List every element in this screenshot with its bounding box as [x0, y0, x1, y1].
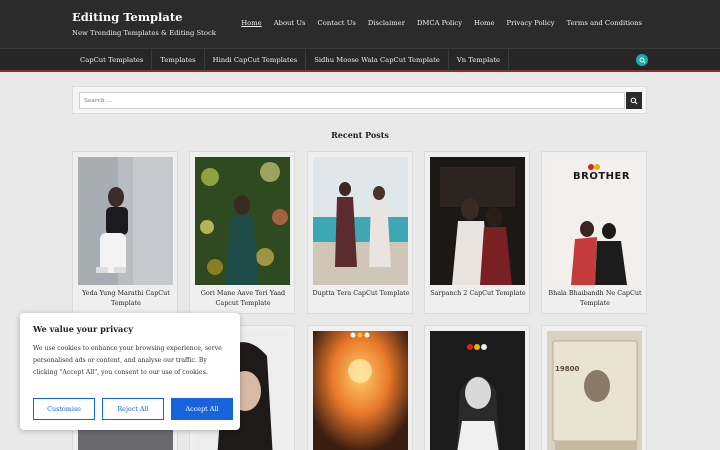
post-title[interactable]: Duptta Tera CapCut Template [311, 288, 411, 298]
post-title[interactable]: Bhala Bhaibandh Ne CapCut Template [545, 288, 645, 308]
primary-nav: Home About Us Contact Us Disclaimer DMCA… [241, 19, 642, 27]
secnav-hindi-capcut[interactable]: Hindi CapCut Templates [205, 49, 307, 71]
post-thumbnail[interactable] [195, 157, 290, 285]
search-icon [630, 97, 638, 104]
site-header: Editing Template New Trending Templates … [0, 0, 720, 48]
thumbnail-overlay-text: BROTHER [573, 171, 631, 182]
customise-button[interactable]: Customise [33, 398, 95, 420]
post-thumbnail[interactable] [430, 331, 525, 450]
post-card[interactable]: Duptta Tera CapCut Template [307, 151, 413, 314]
nav-home-2[interactable]: Home [474, 19, 495, 27]
site-description: New Trending Templates & Editing Stock [72, 29, 216, 37]
secondary-nav: CapCut Templates Templates Hindi CapCut … [72, 49, 510, 71]
nav-about-us[interactable]: About Us [274, 19, 306, 27]
post-card[interactable]: BROTHER Bhala Bhaibandh Ne CapCut Templa… [541, 151, 647, 314]
search-submit-button[interactable] [626, 92, 642, 109]
post-card[interactable]: Gori Mane Aave Teri Yaad Capcut Template [189, 151, 295, 314]
cookie-consent-banner: We value your privacy We use cookies to … [20, 313, 240, 430]
post-card[interactable] [424, 325, 530, 450]
accept-all-button[interactable]: Accept All [171, 398, 233, 420]
post-title[interactable]: Yeda Yung Marathi CapCut Template [76, 288, 176, 308]
secondary-nav-bar: CapCut Templates Templates Hindi CapCut … [0, 48, 720, 72]
post-thumbnail[interactable] [313, 157, 408, 285]
post-thumbnail[interactable]: BROTHER [547, 157, 642, 285]
post-thumbnail[interactable] [430, 157, 525, 285]
search-icon [639, 57, 645, 63]
post-title[interactable]: Gori Mane Aave Teri Yaad Capcut Template [193, 288, 293, 308]
post-card[interactable]: 19800 [541, 325, 647, 450]
search-toggle-button[interactable] [636, 54, 648, 66]
nav-home[interactable]: Home [241, 19, 262, 27]
nav-contact-us[interactable]: Contact Us [318, 19, 356, 27]
secnav-templates[interactable]: Templates [152, 49, 205, 71]
post-card[interactable] [307, 325, 413, 450]
site-title[interactable]: Editing Template [72, 10, 182, 24]
post-card[interactable]: Sarpanch 2 CapCut Template [424, 151, 530, 314]
post-thumbnail[interactable] [313, 331, 408, 450]
secnav-capcut-templates[interactable]: CapCut Templates [72, 49, 153, 71]
thumbnail-overlay-text: 19800 [555, 365, 580, 373]
cookie-title: We value your privacy [33, 324, 134, 334]
secnav-sidhu-moose-wala[interactable]: Sidhu Moose Wala CapCut Template [306, 49, 449, 71]
post-thumbnail[interactable]: 19800 [547, 331, 642, 450]
nav-privacy-policy[interactable]: Privacy Policy [507, 19, 555, 27]
reject-all-button[interactable]: Reject All [102, 398, 164, 420]
secnav-vn-template[interactable]: Vn Template [449, 49, 510, 71]
cookie-description: We use cookies to enhance your browsing … [33, 345, 222, 376]
search-form [72, 86, 647, 114]
nav-dmca-policy[interactable]: DMCA Policy [417, 19, 462, 27]
section-title: Recent Posts [331, 130, 389, 140]
post-title[interactable]: Sarpanch 2 CapCut Template [428, 288, 528, 298]
search-input[interactable] [79, 92, 625, 109]
nav-disclaimer[interactable]: Disclaimer [368, 19, 405, 27]
post-card[interactable]: Yeda Yung Marathi CapCut Template [72, 151, 178, 314]
post-thumbnail[interactable] [78, 157, 173, 285]
nav-terms[interactable]: Terms and Conditions [567, 19, 642, 27]
